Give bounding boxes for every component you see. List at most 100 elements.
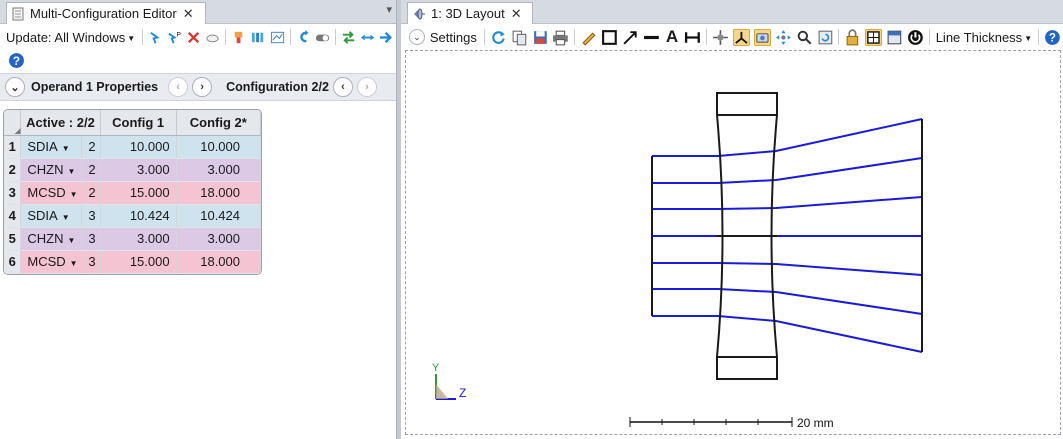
surface-cell[interactable]: 3 xyxy=(81,227,101,251)
close-icon[interactable]: ✕ xyxy=(183,6,194,22)
ray-bundle xyxy=(652,118,923,353)
header-config-2[interactable]: Config 2* xyxy=(176,110,261,136)
row-number[interactable]: 3 xyxy=(4,181,22,205)
row-number[interactable]: 4 xyxy=(4,204,22,228)
line-thickness-dropdown[interactable]: Line Thickness ▼ xyxy=(936,30,1032,45)
config-1-cell[interactable]: 3.000 xyxy=(100,227,177,251)
layout-canvas[interactable]: Y Z 20 mm xyxy=(405,50,1061,435)
header-active[interactable]: Active : 2/2 xyxy=(20,110,101,136)
dimension-tool-icon[interactable] xyxy=(684,29,701,46)
help-icon[interactable]: ? xyxy=(1044,29,1061,46)
line-tool-icon[interactable] xyxy=(643,29,660,46)
config-2-cell[interactable]: 18.000 xyxy=(176,250,261,274)
config-2-cell[interactable]: 3.000 xyxy=(176,227,261,251)
toggle-icon[interactable] xyxy=(315,29,330,46)
svg-text:P: P xyxy=(177,31,182,38)
table-row: 2 CHZN ▼ 2 3.000 3.000 xyxy=(4,158,261,182)
camera-view-icon[interactable] xyxy=(753,28,771,46)
editor-toolbar: Update: All Windows ▼ P xyxy=(0,25,396,49)
table-corner: ◢ xyxy=(4,110,22,136)
settings-button[interactable]: Settings xyxy=(430,30,477,45)
print-icon[interactable] xyxy=(552,29,569,46)
tab-multi-config-editor[interactable]: Multi-Configuration Editor ✕ xyxy=(6,2,206,24)
pencil-icon[interactable] xyxy=(580,29,597,46)
close-icon[interactable]: ✕ xyxy=(511,6,522,22)
surface-cell[interactable]: 3 xyxy=(81,204,101,228)
table-row: 6 MCSD ▼ 3 15.000 18.000 xyxy=(4,250,261,274)
update-dropdown[interactable]: Update: All Windows ▼ xyxy=(6,30,135,45)
window-split-icon[interactable] xyxy=(886,29,903,46)
surface-cell[interactable]: 2 xyxy=(81,135,101,159)
next-operand-button[interactable]: › xyxy=(192,77,213,97)
reset-view-icon[interactable] xyxy=(817,29,834,46)
expand-properties-button[interactable]: ⌄ xyxy=(5,77,25,97)
operand-select[interactable]: SDIA ▼ xyxy=(20,204,82,228)
insert-operand-after-icon[interactable]: P xyxy=(167,29,182,46)
delete-operand-icon[interactable] xyxy=(186,29,201,46)
operand-select[interactable]: MCSD ▼ xyxy=(20,250,82,274)
axis-view-icon[interactable] xyxy=(733,28,750,46)
left-tab-strip: Multi-Configuration Editor ✕ ▾ xyxy=(0,0,396,24)
next-config-button[interactable]: › xyxy=(356,77,377,97)
lens-shape-icon[interactable] xyxy=(205,29,220,46)
tab-title: 1: 3D Layout xyxy=(431,6,505,21)
rectangle-icon[interactable] xyxy=(601,29,618,46)
config-2-cell[interactable]: 10.424 xyxy=(176,204,261,228)
rotate-view-icon[interactable] xyxy=(712,29,729,46)
operand-select[interactable]: CHZN ▼ xyxy=(20,158,82,182)
refresh-icon[interactable] xyxy=(490,29,507,46)
config-1-cell[interactable]: 15.000 xyxy=(100,181,177,205)
ray-line xyxy=(652,196,923,210)
row-number[interactable]: 5 xyxy=(4,227,22,251)
config-1-cell[interactable]: 10.000 xyxy=(100,135,177,159)
zoom-icon[interactable] xyxy=(796,29,813,46)
save-icon[interactable] xyxy=(532,29,549,46)
surface-cell[interactable]: 2 xyxy=(81,158,101,182)
power-icon[interactable] xyxy=(907,29,924,46)
help-icon[interactable]: ? xyxy=(8,52,25,69)
separator xyxy=(483,29,485,45)
prev-next-config-icon[interactable] xyxy=(360,29,375,46)
config-1-cell[interactable]: 15.000 xyxy=(100,250,177,274)
operand-select[interactable]: SDIA ▼ xyxy=(20,135,82,159)
config-1-cell[interactable]: 10.424 xyxy=(100,204,177,228)
operand-select[interactable]: MCSD ▼ xyxy=(20,181,82,205)
prev-operand-button[interactable]: ‹ xyxy=(168,77,189,97)
settings-expand-icon[interactable]: ⌄ xyxy=(409,29,425,45)
make-thermal-icon[interactable] xyxy=(231,29,246,46)
chevron-down-icon: ▼ xyxy=(127,33,136,43)
separator xyxy=(289,29,291,45)
config-bars-icon[interactable] xyxy=(250,29,265,46)
tab-title: Multi-Configuration Editor xyxy=(30,6,177,21)
undo-arrow-icon[interactable] xyxy=(296,29,311,46)
axis-wedge xyxy=(436,384,448,399)
prev-config-button[interactable]: ‹ xyxy=(332,77,353,97)
config-2-cell[interactable]: 3.000 xyxy=(176,158,261,182)
lock-icon[interactable] xyxy=(844,28,861,46)
surface-cell[interactable]: 2 xyxy=(81,181,101,205)
swap-icon[interactable] xyxy=(341,29,356,46)
insert-operand-icon[interactable] xyxy=(148,29,163,46)
copy-icon[interactable] xyxy=(511,29,528,46)
header-config-1[interactable]: Config 1 xyxy=(100,110,177,136)
configuration-label: Configuration 2/2 xyxy=(226,80,329,94)
config-2-cell[interactable]: 10.000 xyxy=(176,135,261,159)
row-number[interactable]: 2 xyxy=(4,158,22,182)
graph-icon[interactable] xyxy=(270,29,285,46)
config-1-cell[interactable]: 3.000 xyxy=(100,158,177,182)
config-2-cell[interactable]: 18.000 xyxy=(176,181,261,205)
arrow-tool-icon[interactable] xyxy=(622,29,639,46)
operand-type: MCSD xyxy=(27,185,66,200)
next-config-arrow-icon[interactable] xyxy=(379,29,394,46)
text-tool-icon[interactable]: A xyxy=(664,27,681,46)
operand-select[interactable]: CHZN ▼ xyxy=(20,227,82,251)
pane-menu-icon[interactable]: ▾ xyxy=(386,3,392,16)
surface-cell[interactable]: 3 xyxy=(81,250,101,274)
row-number[interactable]: 1 xyxy=(4,135,22,159)
row-number[interactable]: 6 xyxy=(4,250,22,274)
tab-3d-layout[interactable]: 1: 3D Layout ✕ xyxy=(407,2,533,24)
axis-z-label: Z xyxy=(459,386,466,400)
ray-line xyxy=(652,157,923,184)
pan-icon[interactable] xyxy=(775,29,792,46)
window-layout-icon[interactable] xyxy=(865,28,883,46)
